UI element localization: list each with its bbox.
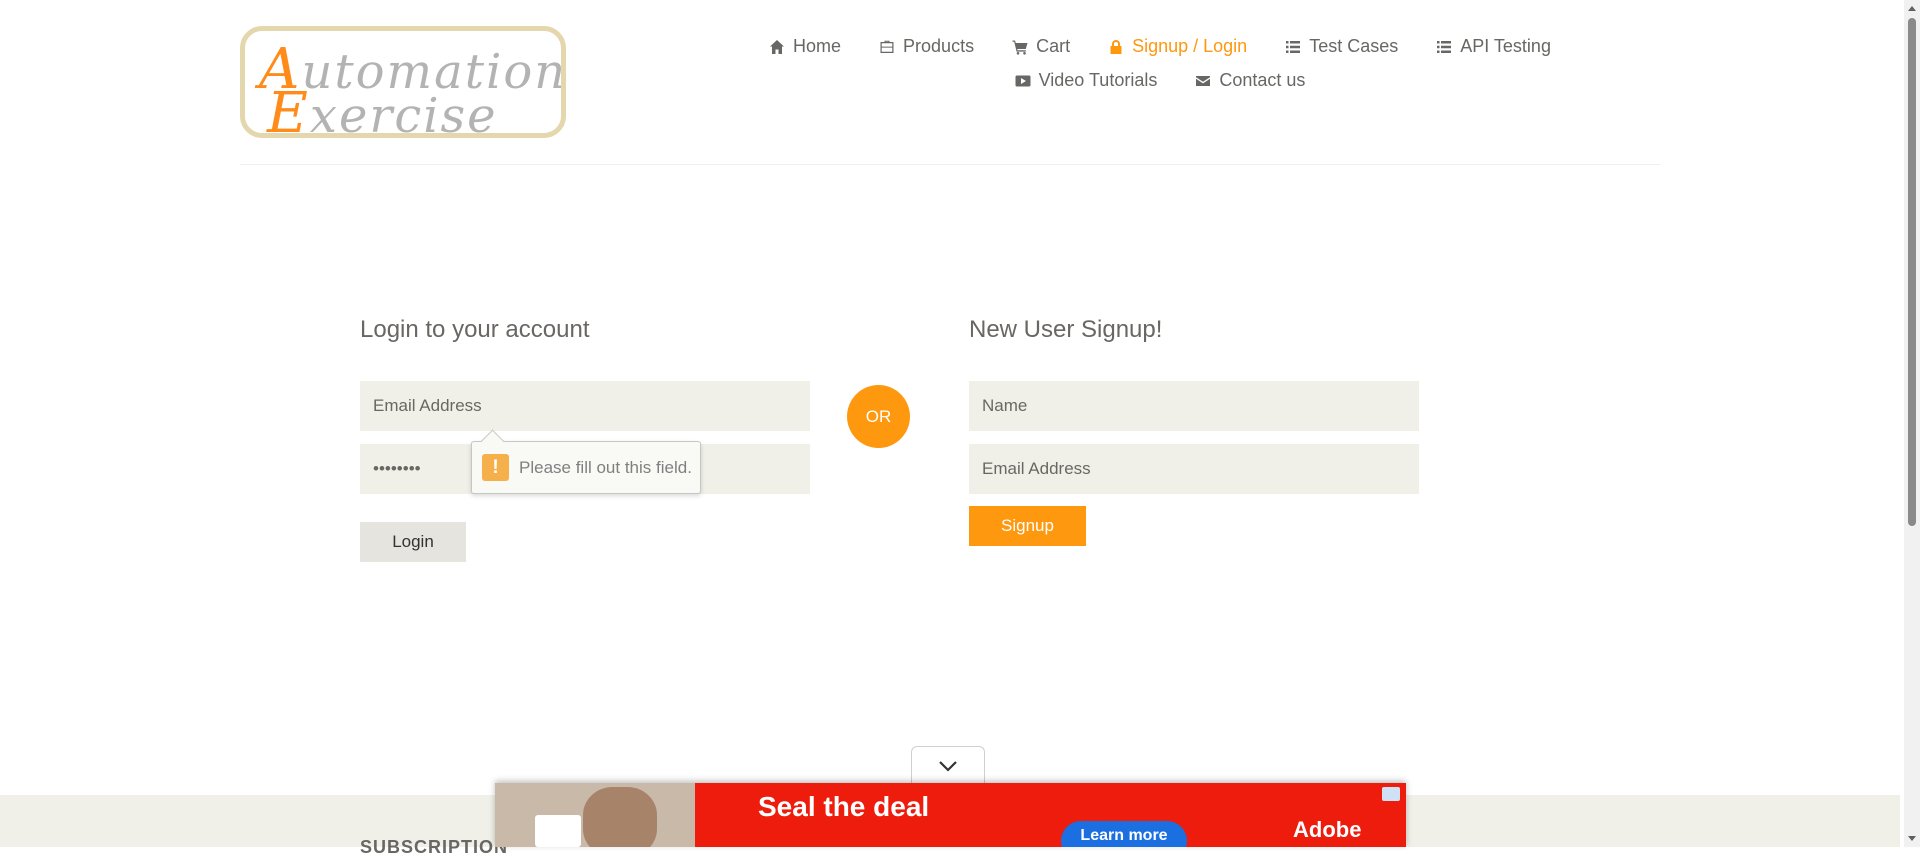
validation-message: Please fill out this field.: [519, 457, 692, 477]
site-logo[interactable]: Automation Exercise: [240, 26, 566, 138]
nav-contact-us-label: Contact us: [1219, 70, 1306, 90]
nav-cart-label: Cart: [1036, 36, 1071, 56]
nav-contact-us[interactable]: Contact us: [1195, 70, 1305, 91]
ad-document: [535, 815, 581, 847]
nav-cart[interactable]: Cart: [1012, 36, 1070, 57]
cart-icon: [1012, 40, 1028, 55]
login-email-input[interactable]: [360, 381, 810, 431]
nav-api-testing-label: API Testing: [1460, 36, 1551, 56]
nav-row-1: Home Products Cart Signup / Login Test C…: [720, 36, 1600, 57]
logo-cap-e: E: [267, 81, 310, 138]
nav-products[interactable]: Products: [879, 36, 974, 57]
signup-name-input[interactable]: [969, 381, 1419, 431]
warning-icon: !: [482, 454, 509, 481]
nav-products-label: Products: [903, 36, 975, 56]
or-badge: OR: [847, 385, 910, 448]
briefcase-icon: [880, 40, 894, 53]
signup-button[interactable]: Signup: [969, 506, 1086, 546]
signup-title: New User Signup!: [969, 316, 1163, 343]
nav-home-label: Home: [793, 36, 842, 56]
nav-signup-login[interactable]: Signup / Login: [1108, 36, 1247, 57]
signup-email-input[interactable]: [969, 444, 1419, 494]
nav-signup-login-label: Signup / Login: [1132, 36, 1248, 56]
page-scrollbar[interactable]: [1904, 0, 1920, 847]
nav-test-cases-label: Test Cases: [1309, 36, 1399, 56]
ad-person: [583, 787, 657, 847]
envelope-icon: [1196, 75, 1211, 86]
nav-video-tutorials-label: Video Tutorials: [1038, 70, 1158, 90]
logo-text-2: xercise: [309, 88, 498, 138]
ad-learn-more-button[interactable]: Learn more: [1061, 821, 1187, 847]
ad-collapse-toggle[interactable]: [911, 746, 985, 784]
ad-banner[interactable]: Seal the deal Learn more Adobe: [495, 783, 1406, 847]
scroll-up-arrow[interactable]: [1908, 6, 1916, 11]
nav-home[interactable]: Home: [769, 36, 841, 57]
login-button[interactable]: Login: [360, 522, 466, 562]
logo-line-2: Exercise: [267, 81, 498, 138]
main-nav: Home Products Cart Signup / Login Test C…: [720, 36, 1600, 104]
list-icon: [1437, 40, 1452, 53]
home-icon: [770, 39, 785, 54]
ad-headline: Seal the deal: [758, 791, 930, 822]
lock-icon: [1110, 39, 1122, 54]
ad-choices-icon[interactable]: [1382, 787, 1400, 801]
ad-photo: [495, 783, 695, 847]
subscription-title: SUBSCRIPTION: [360, 837, 509, 857]
nav-row-2: Video Tutorials Contact us: [720, 70, 1600, 91]
list-icon: [1286, 40, 1301, 53]
youtube-icon: [1015, 75, 1031, 86]
header-divider: [240, 164, 1660, 165]
nav-test-cases[interactable]: Test Cases: [1285, 36, 1398, 57]
scroll-thumb[interactable]: [1908, 18, 1916, 526]
ad-brand: Adobe: [1293, 817, 1362, 842]
validation-tooltip: ! Please fill out this field.: [471, 441, 701, 494]
nav-video-tutorials[interactable]: Video Tutorials: [1015, 70, 1158, 91]
scroll-down-arrow[interactable]: [1908, 836, 1916, 841]
login-title: Login to your account: [360, 316, 590, 343]
chevron-down-icon: [939, 760, 957, 772]
nav-api-testing[interactable]: API Testing: [1436, 36, 1551, 57]
